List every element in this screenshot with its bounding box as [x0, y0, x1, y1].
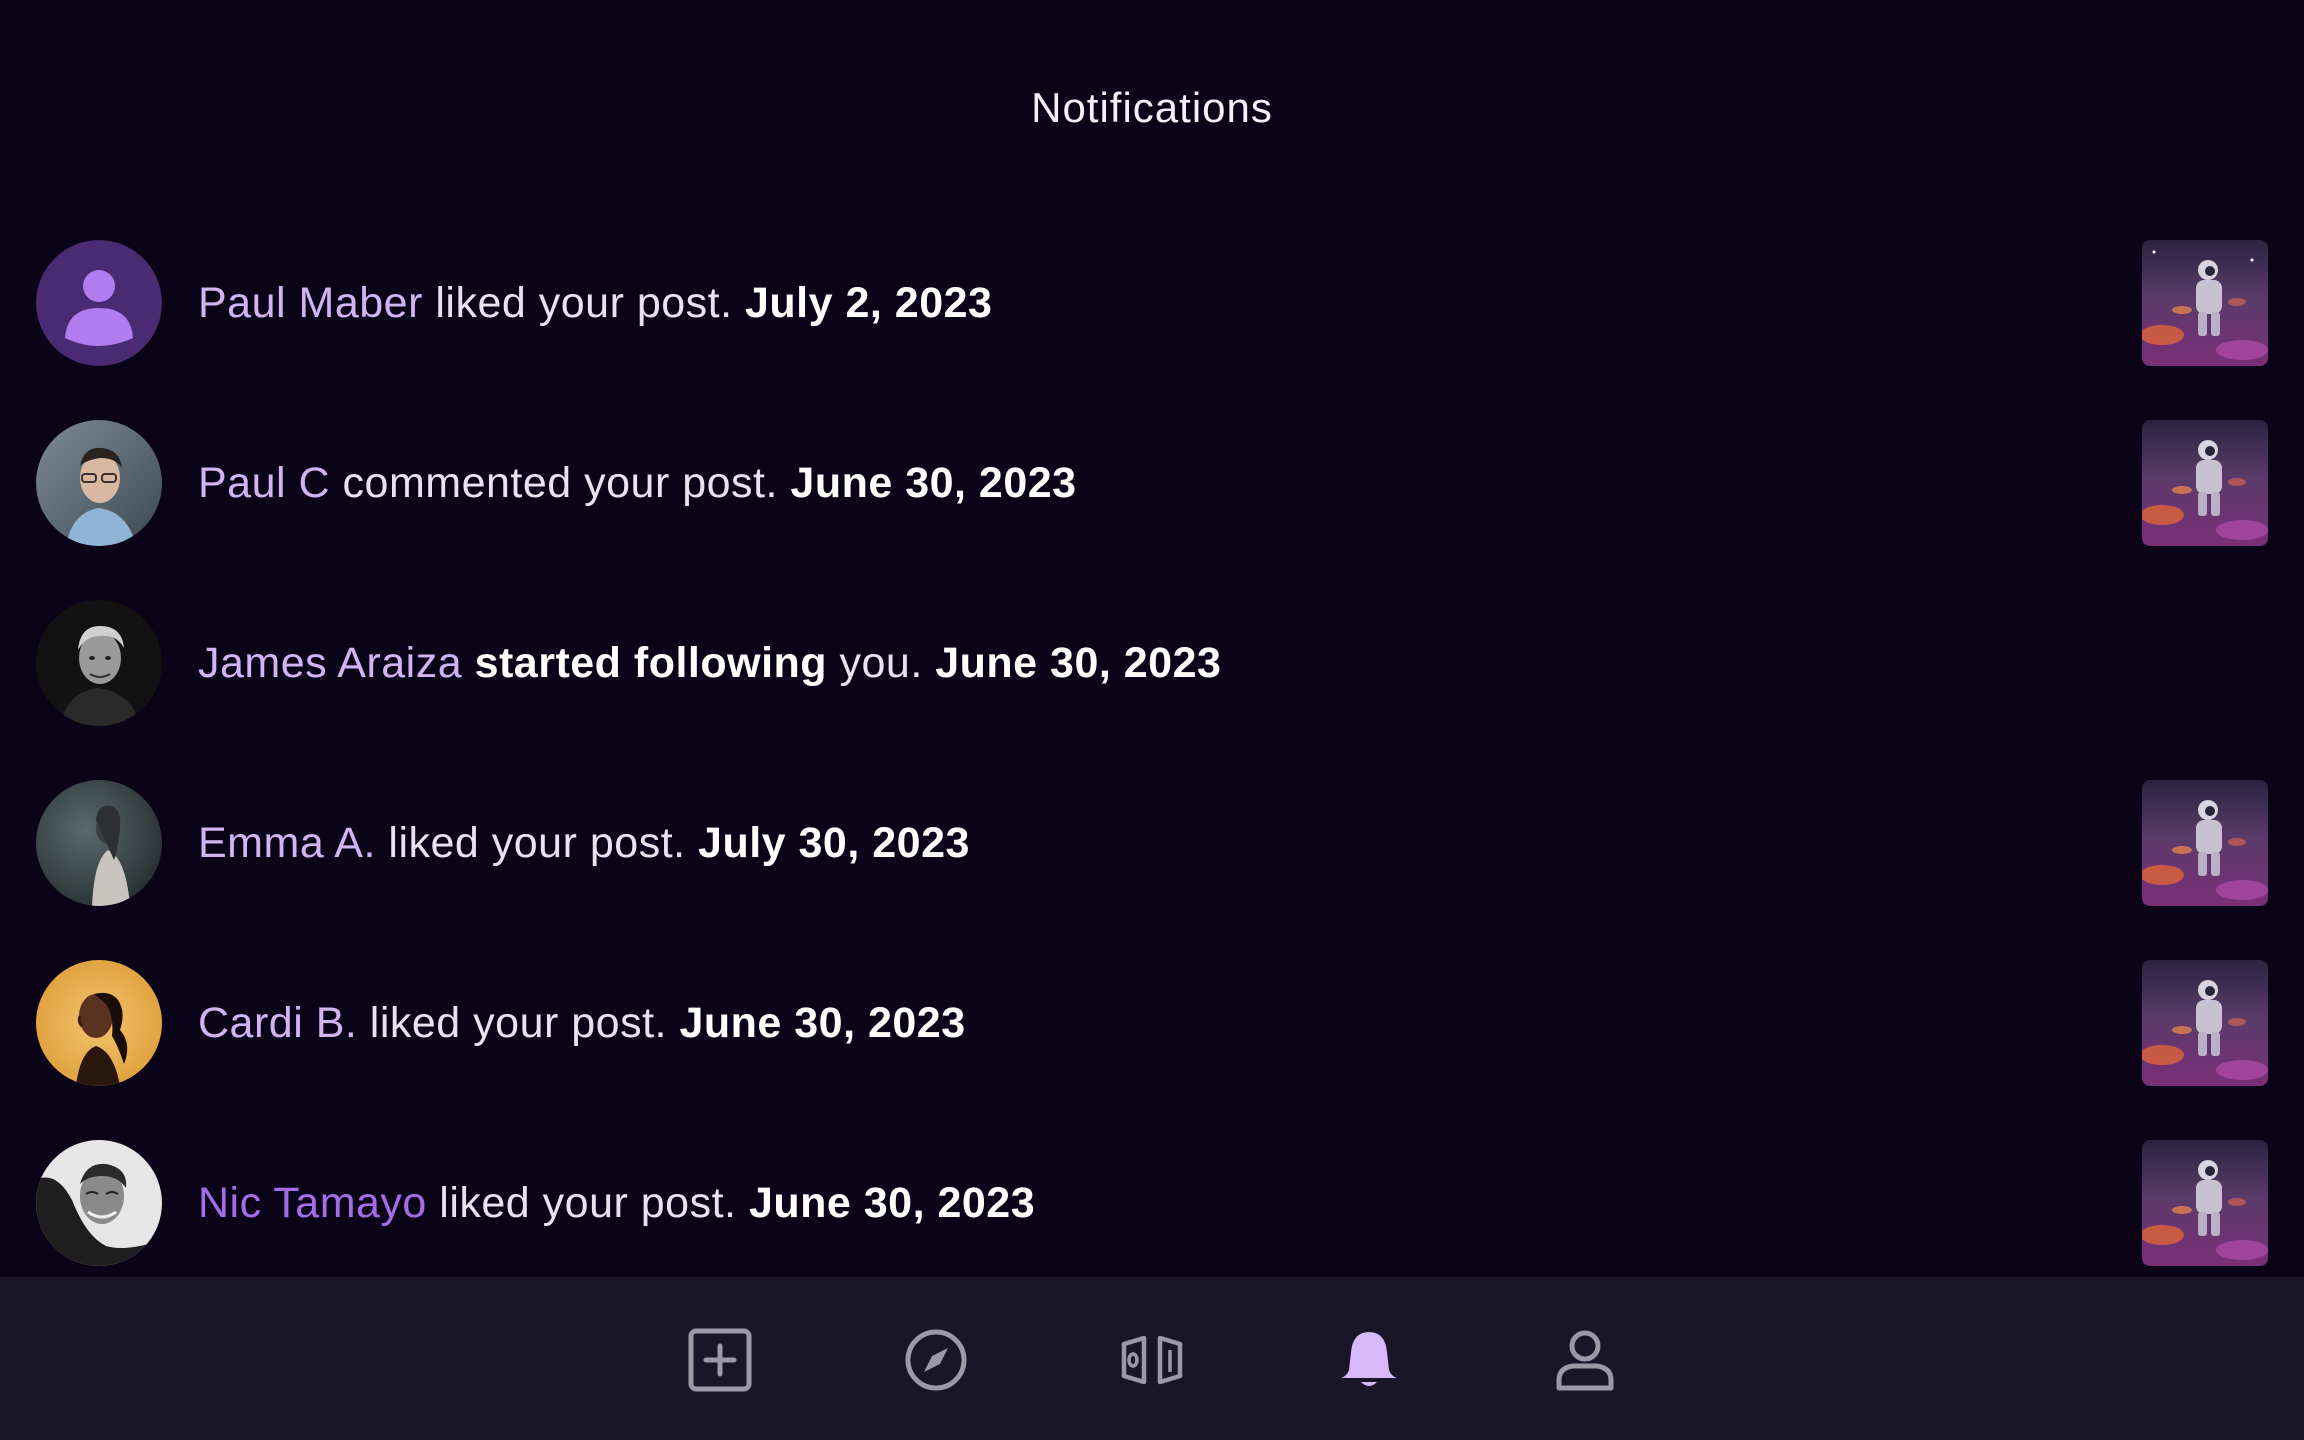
avatar[interactable] [36, 420, 162, 546]
astronaut-post-image [2142, 1140, 2268, 1266]
user-photo [36, 780, 162, 906]
nav-notifications-button[interactable] [1332, 1323, 1406, 1397]
action-emphasis: started following [474, 638, 828, 687]
add-post-icon [688, 1328, 752, 1392]
header: Notifications [0, 0, 2304, 220]
notification-text: James Araiza started following you. June… [198, 600, 1221, 726]
action-text: liked your post. [375, 818, 699, 867]
notification-row[interactable]: James Araiza started following you. June… [0, 600, 2304, 726]
notification-date: June 30, 2023 [790, 458, 1077, 507]
notification-date: July 2, 2023 [745, 278, 993, 327]
profile-icon [1556, 1330, 1614, 1391]
post-thumbnail[interactable] [2142, 240, 2268, 366]
default-user-icon [36, 240, 162, 366]
user-photo [36, 600, 162, 726]
bell-icon [1341, 1332, 1397, 1386]
notification-date: June 30, 2023 [748, 1178, 1036, 1227]
action-text [462, 639, 474, 688]
notification-list[interactable]: Paul Maber liked your post. July 2, 2023 [0, 240, 2304, 1275]
notification-date: June 30, 2023 [679, 998, 966, 1047]
gallery-icon [1121, 1335, 1183, 1385]
user-name[interactable]: Paul C [198, 459, 330, 508]
notification-date: July 30, 2023 [698, 818, 970, 867]
astronaut-post-image [2142, 780, 2268, 906]
notification-text: Nic Tamayo liked your post. June 30, 202… [198, 1140, 1035, 1266]
notification-row[interactable]: Paul C commented your post. June 30, 202… [0, 420, 2304, 546]
notification-text: Paul Maber liked your post. July 2, 2023 [198, 240, 992, 366]
avatar[interactable] [36, 240, 162, 366]
nav-explore-button[interactable] [899, 1323, 973, 1397]
notification-date: June 30, 2023 [935, 638, 1222, 687]
notification-row[interactable]: Emma A. liked your post. July 30, 2023 [0, 780, 2304, 906]
action-text: liked your post. [422, 278, 745, 327]
user-photo [36, 420, 162, 546]
user-name[interactable]: Paul Maber [198, 279, 423, 328]
nav-add-post-button[interactable] [683, 1323, 757, 1397]
astronaut-post-image [2142, 240, 2268, 366]
user-name[interactable]: Cardi B. [198, 999, 357, 1048]
action-text: liked your post. [426, 1178, 749, 1227]
notification-text: Paul C commented your post. June 30, 202… [198, 420, 1077, 546]
user-photo [36, 1140, 162, 1266]
action-text: commented your post. [330, 458, 791, 507]
user-photo [36, 960, 162, 1086]
astronaut-post-image [2142, 420, 2268, 546]
page-title: Notifications [1031, 84, 1273, 131]
notifications-screen: Notifications Paul Maber liked your post… [0, 0, 2304, 1440]
bottom-nav [0, 1277, 2304, 1440]
notification-row[interactable]: Paul Maber liked your post. July 2, 2023 [0, 240, 2304, 366]
explore-compass-icon [905, 1329, 967, 1391]
notification-row[interactable]: Cardi B. liked your post. June 30, 2023 [0, 960, 2304, 1086]
action-text: liked your post. [357, 998, 680, 1047]
post-thumbnail[interactable] [2142, 420, 2268, 546]
user-name[interactable]: Nic Tamayo [198, 1179, 427, 1228]
nav-gallery-button[interactable] [1115, 1323, 1189, 1397]
avatar[interactable] [36, 960, 162, 1086]
avatar[interactable] [36, 1140, 162, 1266]
avatar[interactable] [36, 780, 162, 906]
notification-text: Emma A. liked your post. July 30, 2023 [198, 780, 970, 906]
notification-text: Cardi B. liked your post. June 30, 2023 [198, 960, 966, 1086]
notification-row[interactable]: Nic Tamayo liked your post. June 30, 202… [0, 1140, 2304, 1266]
post-thumbnail[interactable] [2142, 1140, 2268, 1266]
user-name[interactable]: James Araiza [198, 639, 462, 688]
nav-profile-button[interactable] [1548, 1323, 1622, 1397]
astronaut-post-image [2142, 960, 2268, 1086]
post-thumbnail[interactable] [2142, 960, 2268, 1086]
post-thumbnail[interactable] [2142, 780, 2268, 906]
user-name[interactable]: Emma A. [198, 819, 376, 868]
action-tail: you. [827, 638, 936, 687]
avatar[interactable] [36, 600, 162, 726]
